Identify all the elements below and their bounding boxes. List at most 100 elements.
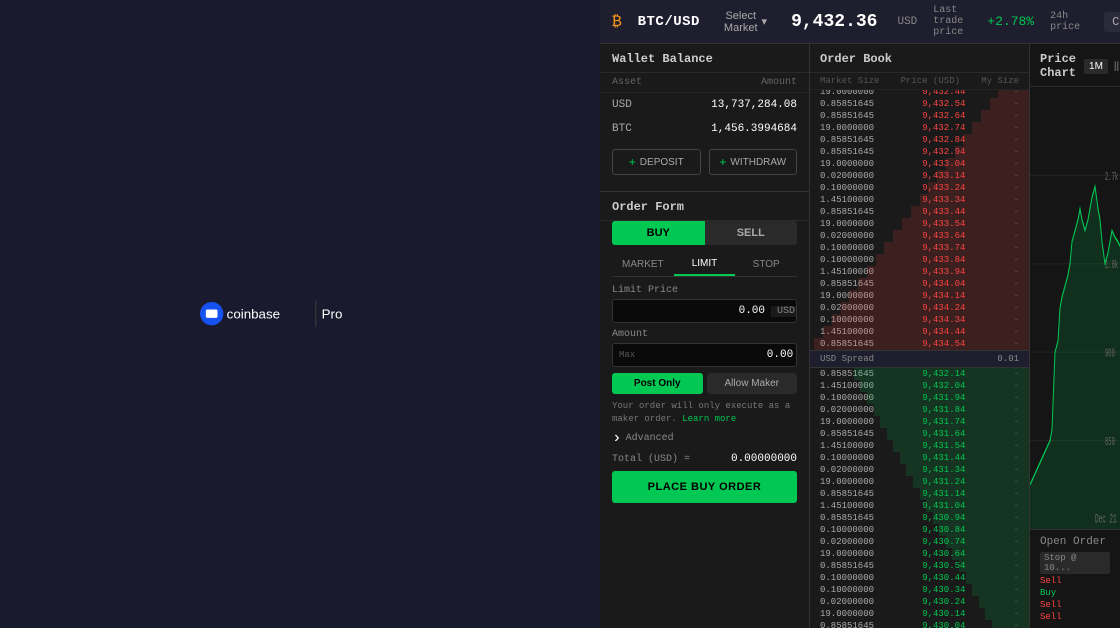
logo-panel: coinbase Pro — [0, 0, 600, 628]
price-chart-svg: Dec 21 2.7k 1.8k 900 850 — [1030, 87, 1120, 529]
amount-header: Amount — [761, 77, 797, 88]
spread-value: 0.01 — [997, 354, 1019, 364]
bid-size: 0.10000000 — [820, 453, 874, 463]
ask-row: 0.10000000 9,433.24 - — [810, 182, 1029, 194]
open-order-row-4: Sell — [1040, 600, 1110, 610]
bid-price: 9,430.34 — [922, 585, 965, 595]
withdraw-button[interactable]: + WITHDRAW — [709, 149, 798, 175]
chart-title: Price Chart — [1040, 52, 1076, 80]
ask-row: 0.85851645 9,434.04 - — [810, 278, 1029, 290]
bid-row: 0.85851645 9,432.14 - — [810, 368, 1029, 380]
open-order-row-3: Buy — [1040, 588, 1110, 598]
btc-icon: ₿ — [612, 13, 622, 31]
sell-tab[interactable]: SELL — [705, 221, 798, 245]
chart-area: Dec 21 2.7k 1.8k 900 850 Open Order Stop — [1030, 87, 1120, 628]
order-type-tabs: MARKET LIMIT STOP — [612, 253, 797, 277]
timeframe-can-button[interactable]: |||Can — [1114, 61, 1120, 72]
open-order-row-1: Stop @ 10... — [1040, 552, 1110, 574]
bid-size: 0.10000000 — [820, 585, 874, 595]
spread-row: USD Spread 0.01 — [810, 350, 1029, 368]
limit-price-input[interactable] — [613, 300, 771, 322]
bid-size: 19.0000000 — [820, 417, 874, 427]
bid-row: 0.10000000 9,431.94 - — [810, 392, 1029, 404]
ask-size: 19.0000000 — [820, 219, 874, 229]
withdraw-label: WITHDRAW — [730, 157, 786, 168]
logo-container: coinbase Pro — [200, 297, 400, 330]
limit-price-field: Limit Price USD — [612, 285, 797, 323]
ask-row: 0.85851645 9,432.64 - — [810, 110, 1029, 122]
ask-row: 0.85851645 9,433.44 - — [810, 206, 1029, 218]
ask-row: 19.0000000 9,434.14 - — [810, 290, 1029, 302]
market-tab[interactable]: MARKET — [612, 253, 674, 276]
ask-price: 9,432.44 — [922, 90, 965, 97]
select-market-button[interactable]: Select Market ▾ — [716, 6, 775, 38]
svg-text:1.8k: 1.8k — [1105, 258, 1118, 272]
chart-tab-label: Chart — [1104, 12, 1120, 32]
select-market-label: Select Market — [724, 10, 758, 34]
timeframe-1m-button[interactable]: 1M — [1084, 59, 1108, 74]
ask-size: 0.02000000 — [820, 231, 874, 241]
buy-tab[interactable]: BUY — [612, 221, 705, 245]
open-order-row-5: Sell — [1040, 612, 1110, 622]
bid-price: 9,430.24 — [922, 597, 965, 607]
amount-label: Amount — [612, 329, 797, 340]
chart-column: Price Chart 1M |||Can — [1030, 44, 1120, 628]
ask-row: 1.45100000 9,434.44 - — [810, 326, 1029, 338]
usd-asset-label: USD — [612, 99, 632, 111]
btc-asset-label: BTC — [612, 123, 632, 135]
bid-size: 0.85851645 — [820, 561, 874, 571]
bid-row: 0.10000000 9,430.44 - — [810, 572, 1029, 584]
svg-text:Pro: Pro — [322, 307, 343, 322]
bid-row: 19.0000000 9,431.24 - — [810, 476, 1029, 488]
ask-size: 0.10000000 — [820, 183, 874, 193]
bid-row: 0.10000000 9,430.34 - — [810, 584, 1029, 596]
my-size-header: My Size — [981, 76, 1019, 86]
amount-input[interactable] — [641, 344, 797, 366]
order-book-rows: 0.85851640 9,432.34 - 19.0000000 9,432.4… — [810, 90, 1029, 628]
bid-size: 0.10000000 — [820, 573, 874, 583]
chevron-icon: › — [612, 429, 622, 447]
open-orders-header: Open Order — [1040, 536, 1110, 548]
last-trade-label: Last trade price — [933, 5, 963, 38]
advanced-row[interactable]: › Advanced — [612, 429, 797, 447]
wallet-section: Wallet Balance Asset Amount USD 13,737,2… — [600, 44, 809, 192]
ask-row: 0.10000000 9,433.84 - — [810, 254, 1029, 266]
ask-row: 19.0000000 9,432.44 - — [810, 90, 1029, 98]
ask-row: 1.45100000 9,433.34 - — [810, 194, 1029, 206]
bid-row: 0.10000000 9,431.44 - — [810, 452, 1029, 464]
open-orders-list: Stop @ 10... Sell Buy Sell Sell — [1040, 552, 1110, 622]
right-panel: ₿ BTC/USD Select Market ▾ 9,432.36 USD L… — [600, 0, 1120, 628]
ask-price: 9,432.84 — [922, 135, 965, 145]
bid-size: 1.45100000 — [820, 441, 874, 451]
open-orders-section: Open Order Stop @ 10... Sell Buy — [1030, 529, 1120, 628]
ask-size: 1.45100000 — [820, 195, 874, 205]
bid-row: 0.10000000 9,430.84 - — [810, 524, 1029, 536]
allow-maker-button[interactable]: Allow Maker — [707, 373, 798, 394]
ask-size: 19.0000000 — [820, 123, 874, 133]
ask-row: 0.10000000 9,434.34 - — [810, 314, 1029, 326]
bid-row: 0.85851645 9,431.64 - — [810, 428, 1029, 440]
ask-price: 9,432.74 — [922, 123, 965, 133]
bid-size: 19.0000000 — [820, 609, 874, 619]
learn-more-link[interactable]: Learn more — [682, 414, 736, 424]
wallet-actions: + DEPOSIT + WITHDRAW — [600, 141, 809, 183]
ask-price: 9,432.64 — [922, 111, 965, 121]
bid-row: 0.85851645 9,430.54 - — [810, 560, 1029, 572]
place-buy-order-button[interactable]: PLACE BUY ORDER — [612, 471, 797, 503]
price-change: +2.78% — [987, 14, 1034, 29]
bid-row: 1.45100000 9,431.54 - — [810, 440, 1029, 452]
ask-size: 1.45100000 — [820, 267, 874, 277]
post-only-button[interactable]: Post Only — [612, 373, 703, 394]
info-text: Your order will only execute as a maker … — [612, 400, 797, 425]
deposit-button[interactable]: + DEPOSIT — [612, 149, 701, 175]
bid-price: 9,430.04 — [922, 621, 965, 628]
limit-tab[interactable]: LIMIT — [674, 253, 736, 276]
bid-row: 0.85851645 9,430.04 - — [810, 620, 1029, 628]
deposit-label: DEPOSIT — [640, 157, 684, 168]
limit-price-label: Limit Price — [612, 285, 797, 296]
stop-tab[interactable]: STOP — [735, 253, 797, 276]
ask-row: 0.85851645 9,432.84 - — [810, 134, 1029, 146]
bid-row: 1.45100000 9,432.04 - — [810, 380, 1029, 392]
bid-size: 0.85851645 — [820, 489, 874, 499]
order-book-column-headers: Market Size Price (USD) My Size — [810, 73, 1029, 90]
